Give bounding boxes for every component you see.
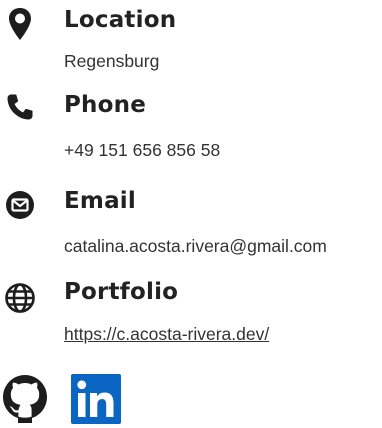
location-value: Regensburg xyxy=(64,51,160,71)
location-label: Location xyxy=(64,7,177,33)
portfolio-value: https://c.acosta-rivera.dev/ xyxy=(64,323,269,345)
phone-icon xyxy=(4,91,36,123)
portfolio-label: Portfolio xyxy=(64,279,179,305)
globe-icon xyxy=(4,282,36,314)
map-pin-icon xyxy=(4,8,36,40)
github-icon[interactable] xyxy=(2,374,48,424)
email-label: Email xyxy=(64,188,136,214)
portfolio-link[interactable]: https://c.acosta-rivera.dev/ xyxy=(64,324,269,344)
phone-value: +49 151 656 856 58 xyxy=(64,140,221,160)
phone-label: Phone xyxy=(64,92,147,118)
email-value[interactable]: catalina.acosta.rivera@gmail.com xyxy=(64,235,327,257)
envelope-icon xyxy=(4,189,36,221)
linkedin-icon[interactable] xyxy=(70,374,122,424)
